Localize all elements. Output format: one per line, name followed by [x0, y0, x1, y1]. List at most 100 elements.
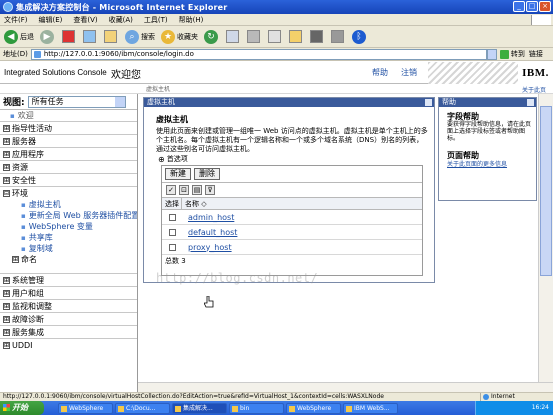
row-checkbox[interactable] — [162, 228, 182, 236]
image-icon — [310, 30, 323, 43]
expand-icon: ⊞ — [3, 341, 10, 349]
menu-favorites[interactable]: 收藏(A) — [109, 15, 133, 25]
window-titlebar: 集成解决方案控制台 - Microsoft Internet Explorer … — [0, 0, 553, 14]
help-link[interactable]: 帮助 — [372, 67, 388, 78]
vertical-scrollbar[interactable] — [538, 94, 553, 382]
star-icon: ★ — [161, 29, 175, 44]
page-subbar: 关于此页 — [0, 84, 553, 94]
row-checkbox[interactable] — [162, 243, 182, 251]
nav-item-naming[interactable]: ⊞ 命名 — [0, 254, 137, 265]
delete-button[interactable]: 删除 — [194, 168, 220, 180]
about-page-link[interactable]: 关于此页 — [522, 85, 546, 94]
menu-view[interactable]: 查看(V) — [73, 15, 97, 25]
task-button[interactable]: bin — [229, 402, 284, 414]
nav-group-applications[interactable]: ⊞ 应用程序 — [0, 147, 137, 160]
page-help-link[interactable]: 关于此页面的更多信息 — [447, 161, 535, 168]
host-link-default-host[interactable]: default_host — [182, 228, 237, 237]
home-button[interactable] — [104, 30, 119, 43]
menu-tools[interactable]: 工具(T) — [144, 15, 168, 25]
nav-group-guided-activities[interactable]: ⊞ 指导性活动 — [0, 121, 137, 134]
close-button[interactable]: × — [539, 1, 551, 12]
address-bar: 地址(D) http://127.0.0.1:9060/ibm/console/… — [0, 48, 553, 61]
links-button[interactable]: 链接 — [529, 49, 543, 59]
deselect-all-icon[interactable]: ⊡ — [179, 185, 189, 195]
banner-decoration — [428, 62, 518, 84]
minimize-button[interactable]: _ — [513, 1, 525, 12]
horizontal-scrollbar[interactable] — [138, 382, 553, 392]
show-filter-icon[interactable]: ▤ — [192, 185, 202, 195]
field-help-text: 要获得字段帮助信息，请在此页面上选择字段标签或者帮助图标。 — [447, 121, 532, 142]
table-total: 总数 3 — [165, 257, 186, 265]
bluetooth-button[interactable]: ᛒ — [352, 29, 368, 44]
view-select[interactable]: 所有任务 — [27, 95, 126, 108]
nav-group-servers[interactable]: ⊞ 服务器 — [0, 134, 137, 147]
nav-group-resources[interactable]: ⊞ 资源 — [0, 160, 137, 173]
history-button[interactable]: ↻ — [204, 29, 220, 44]
menu-file[interactable]: 文件(F) — [4, 15, 28, 25]
back-arrow-icon: ◀ — [4, 29, 18, 44]
expand-icon: ⊞ — [3, 289, 10, 297]
help-minimize-icon[interactable] — [527, 99, 534, 106]
task-button[interactable]: IBM WebS... — [343, 402, 398, 414]
start-button[interactable]: 开始 — [0, 401, 44, 415]
tool-button-1[interactable] — [310, 30, 325, 43]
task-button[interactable]: WebSphere — [286, 402, 341, 414]
watermark: http://blog.csdn.net/ — [156, 271, 319, 285]
preferences-toggle[interactable]: 首选项 — [158, 154, 188, 164]
nav-item-virtual-hosts[interactable]: 虚拟主机 — [0, 199, 137, 210]
refresh-button[interactable] — [83, 30, 98, 43]
mail-button[interactable] — [226, 30, 241, 43]
nav-group-service-integration[interactable]: ⊞ 服务集成 — [0, 325, 137, 338]
collapse-icon: ⊟ — [3, 189, 10, 197]
address-dropdown-button[interactable] — [486, 48, 497, 60]
nav-group-uddi[interactable]: ⊞ UDDI — [0, 338, 137, 351]
favorites-button[interactable]: ★ 收藏夹 — [161, 29, 198, 44]
task-button-active[interactable]: 集成解决... — [172, 402, 227, 414]
edit-icon — [268, 30, 281, 43]
host-link-admin-host[interactable]: admin_host — [182, 213, 234, 222]
nav-group-system-administration[interactable]: ⊞ 系统管理 — [0, 273, 137, 286]
nav-item-replication-domains[interactable]: 复制域 — [0, 243, 137, 254]
tool-button-2[interactable] — [331, 30, 346, 43]
nav-group-monitoring[interactable]: ⊞ 监视和调整 — [0, 299, 137, 312]
nav-item-update-web-server-plugin[interactable]: 更新全局 Web 服务器插件配置 — [0, 210, 137, 221]
select-all-icon[interactable]: ✓ — [166, 185, 176, 195]
host-link-proxy-host[interactable]: proxy_host — [182, 243, 232, 252]
nav-group-users-and-groups[interactable]: ⊞ 用户和组 — [0, 286, 137, 299]
table-icon-row: ✓ ⊡ ▤ ⊽ — [162, 183, 422, 198]
print-button[interactable] — [247, 30, 262, 43]
task-button[interactable]: C:\Docu... — [115, 402, 170, 414]
back-button[interactable]: ◀ 后退 — [4, 29, 34, 44]
home-icon — [104, 30, 117, 43]
logout-link[interactable]: 注销 — [401, 67, 417, 78]
forward-button[interactable]: ▶ — [40, 29, 56, 44]
address-input[interactable]: http://127.0.0.1:9060/ibm/console/login.… — [30, 48, 487, 60]
folder-button[interactable] — [289, 30, 304, 43]
go-button[interactable]: 转到 — [500, 49, 525, 59]
task-button[interactable]: WebSphere — [58, 402, 113, 414]
filter-icon[interactable]: ⊽ — [205, 185, 215, 195]
expand-icon: ⊞ — [3, 276, 10, 284]
table-row: default_host — [162, 225, 422, 240]
search-button[interactable]: ⌕ 搜索 — [125, 29, 155, 44]
help-panel: 帮助 字段帮助 要获得字段帮助信息，请在此页面上选择字段标签或者帮助图标。 页面… — [438, 97, 537, 201]
stop-button[interactable] — [62, 30, 77, 43]
maximize-button[interactable]: □ — [526, 1, 538, 12]
nav-group-troubleshooting[interactable]: ⊞ 故障诊断 — [0, 312, 137, 325]
new-button[interactable]: 新建 — [165, 168, 191, 180]
edit-button[interactable] — [268, 30, 283, 43]
scrollbar-thumb[interactable] — [540, 106, 552, 276]
menu-edit[interactable]: 编辑(E) — [39, 15, 63, 25]
row-checkbox[interactable] — [162, 213, 182, 221]
print-icon — [247, 30, 260, 43]
panel-minimize-icon[interactable] — [425, 99, 432, 106]
menu-help[interactable]: 帮助(H) — [179, 15, 204, 25]
nav-item-websphere-variables[interactable]: WebSphere 变量 — [0, 221, 137, 232]
product-name: Integrated Solutions Console — [4, 68, 107, 77]
nav-item-shared-libraries[interactable]: 共享库 — [0, 232, 137, 243]
name-column-header[interactable]: 名称 ◇ — [182, 199, 207, 209]
virtual-hosts-table: 新建 删除 ✓ ⊡ ▤ ⊽ 选择 名称 ◇ admin_host default… — [161, 165, 423, 276]
nav-group-environment[interactable]: ⊟ 环境 — [0, 186, 137, 199]
nav-group-security[interactable]: ⊞ 安全性 — [0, 173, 137, 186]
nav-item-welcome[interactable]: 欢迎 — [0, 110, 137, 121]
